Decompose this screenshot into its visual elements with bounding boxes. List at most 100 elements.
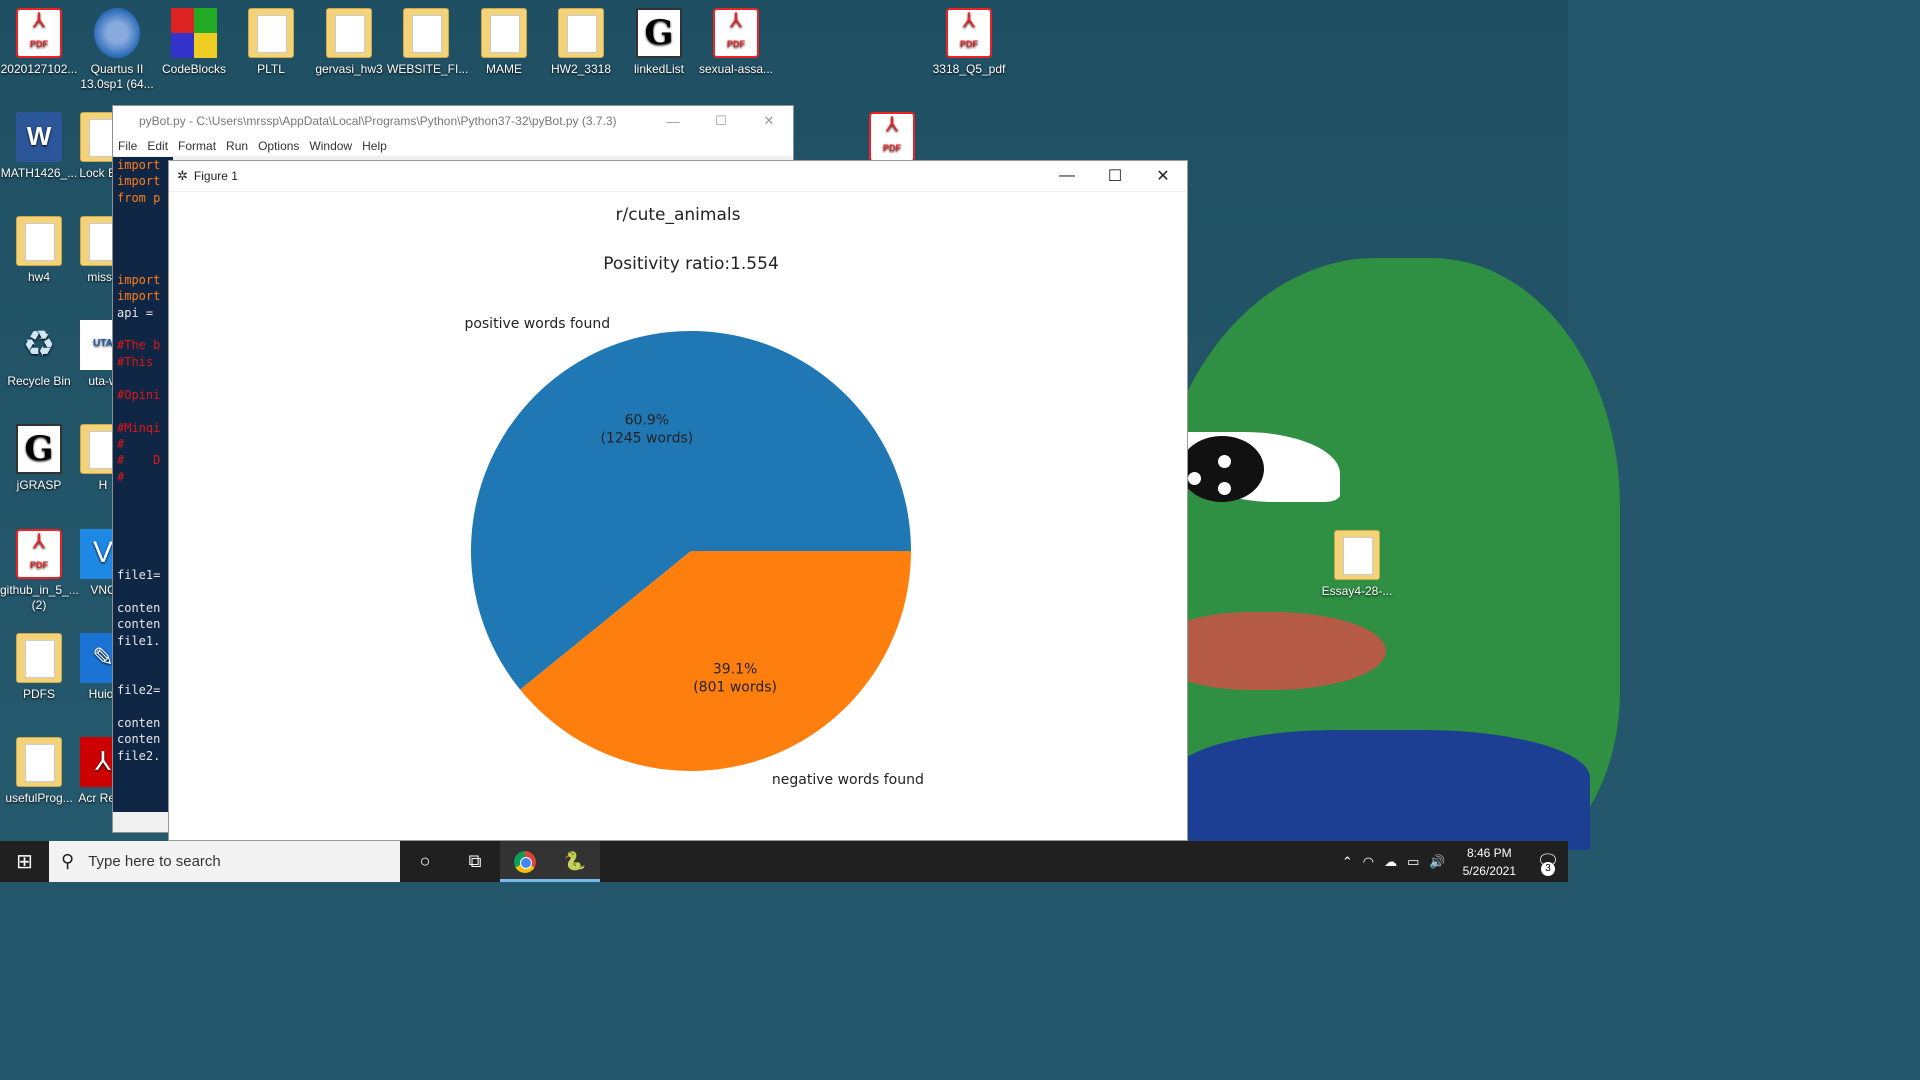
figure-app-icon: ✲	[177, 168, 188, 183]
clock[interactable]: 8:46 PM 5/26/2021	[1463, 844, 1516, 880]
desktop-icon-essay[interactable]: Essay4-28-...	[1318, 530, 1396, 599]
desktop-icon-pdf-1[interactable]: 2020127102...	[0, 8, 78, 77]
start-button[interactable]: ⊞	[0, 849, 49, 874]
code-line: import	[117, 158, 161, 172]
pdf-icon	[946, 8, 992, 58]
code-line: #Opini	[117, 387, 161, 402]
maximize-button[interactable]: ☐	[697, 113, 745, 129]
folder-icon	[403, 8, 449, 58]
battery-icon[interactable]: ▭	[1407, 854, 1419, 870]
desktop-icon-mame[interactable]: MAME	[465, 8, 543, 77]
notification-icon[interactable]: 🗨 3	[1528, 851, 1568, 876]
chart-subtitle: Positivity ratio:1.554	[603, 254, 779, 274]
desktop-icon-pdf-3[interactable]: 3318_Q5_pdf	[930, 8, 1008, 77]
code-area[interactable]: import import from p import import api = #Th…	[113, 157, 173, 812]
slice-category-label: positive words found	[464, 316, 610, 332]
editor-titlebar[interactable]: pyBot.py - C:\Users\mrssp\AppData\Local\…	[113, 106, 793, 136]
code-line: file2.	[117, 748, 161, 763]
code-line: #	[117, 469, 125, 484]
desktop-icon-label: 2020127102...	[0, 62, 78, 76]
figure-titlebar[interactable]: ✲ Figure 1 — ☐ ✕	[169, 161, 1187, 192]
minimize-button[interactable]: —	[649, 114, 697, 129]
code-line: conten	[117, 600, 161, 615]
volume-icon[interactable]: 🔊	[1429, 854, 1445, 870]
jgrasp-icon: G	[16, 424, 62, 474]
code-line: file2=	[117, 683, 161, 697]
menu-file[interactable]: File	[118, 139, 137, 153]
desktop-icon-label: hw4	[27, 270, 50, 284]
code-line: conten	[117, 732, 161, 747]
menu-run[interactable]: Run	[226, 139, 248, 153]
code-line: #The b	[117, 338, 161, 353]
folder-icon	[481, 8, 527, 58]
desktop-icon-label: Quartus II 13.0sp1 (64...	[80, 62, 154, 91]
desktop-icon-linkedlist[interactable]: G linkedList	[620, 8, 698, 77]
notification-badge: 3	[1541, 862, 1555, 876]
python-icon[interactable]: 🐍	[550, 841, 600, 882]
chevron-up-icon[interactable]: ⌃	[1342, 854, 1353, 870]
task-view-icon[interactable]: ⧉	[450, 841, 500, 882]
maximize-button[interactable]: ☐	[1091, 166, 1139, 186]
desktop-icon-quartus[interactable]: Quartus II 13.0sp1 (64...	[78, 8, 156, 92]
figure-window[interactable]: ✲ Figure 1 — ☐ ✕ r/cute_animals Positivi…	[168, 160, 1188, 841]
slice-count-label: (801 words)	[693, 679, 777, 695]
slice-percent-label: 39.1%	[713, 661, 757, 677]
menu-options[interactable]: Options	[258, 139, 299, 153]
onedrive-icon[interactable]: ☁	[1384, 854, 1397, 870]
desktop-icon-hw2-3318[interactable]: HW2_3318	[542, 8, 620, 77]
folder-icon	[326, 8, 372, 58]
close-button[interactable]: ✕	[745, 113, 793, 129]
desktop-icon-gervasi-hw3[interactable]: gervasi_hw3	[310, 8, 388, 77]
code-line: conten	[117, 617, 161, 632]
pdf-icon	[16, 529, 62, 579]
desktop-icon-website[interactable]: WEBSITE_FI...	[387, 8, 468, 77]
desktop-icon-label: usefulProg...	[5, 791, 73, 805]
folder-icon	[558, 8, 604, 58]
menu-window[interactable]: Window	[309, 139, 352, 153]
folder-icon	[1334, 530, 1380, 580]
desktop-icon-label: MAME	[486, 62, 522, 76]
search-placeholder: Type here to search	[88, 853, 221, 870]
desktop-icon-label: CodeBlocks	[161, 62, 227, 76]
desktop-icon-pdf-2[interactable]: sexual-assa...	[697, 8, 775, 77]
chart-title: r/cute_animals	[616, 205, 741, 225]
desktop-icon-pltl[interactable]: PLTL	[232, 8, 310, 77]
code-line: import	[117, 289, 161, 304]
folder-icon	[16, 633, 62, 683]
desktop-icon-codeblocks[interactable]: CodeBlocks	[155, 8, 233, 77]
menu-format[interactable]: Format	[178, 139, 216, 153]
pie-chart: r/cute_animals Positivity ratio:1.554 60…	[464, 205, 923, 788]
folder-icon	[16, 216, 62, 266]
recycle-bin-icon: ♻	[22, 323, 56, 364]
jgrasp-icon: G	[636, 8, 682, 58]
minimize-button[interactable]: —	[1043, 167, 1091, 185]
pdf-icon	[16, 8, 62, 58]
code-line: import	[117, 272, 161, 287]
desktop-icon-pdf-behind[interactable]	[853, 112, 931, 166]
desktop-icon-label: 3318_Q5_pdf	[932, 62, 1006, 76]
desktop-icon-label: sexual-assa...	[698, 62, 774, 76]
chrome-icon[interactable]	[500, 841, 550, 882]
wifi-icon[interactable]: ◠	[1363, 854, 1374, 870]
desktop-icon-label: PDFS	[22, 687, 55, 701]
codeblocks-icon	[171, 8, 217, 58]
search-box[interactable]: ⚲ Type here to search	[49, 841, 400, 882]
figure-title: Figure 1	[193, 169, 238, 183]
folder-icon	[16, 737, 62, 787]
close-button[interactable]: ✕	[1139, 166, 1187, 186]
menu-help[interactable]: Help	[362, 139, 387, 153]
code-line: #	[117, 436, 125, 451]
cortana-icon[interactable]: ○	[400, 841, 450, 882]
menu-edit[interactable]: Edit	[147, 139, 168, 153]
code-line: file1=	[117, 568, 161, 583]
desktop-icon-label: jGRASP	[16, 478, 62, 492]
